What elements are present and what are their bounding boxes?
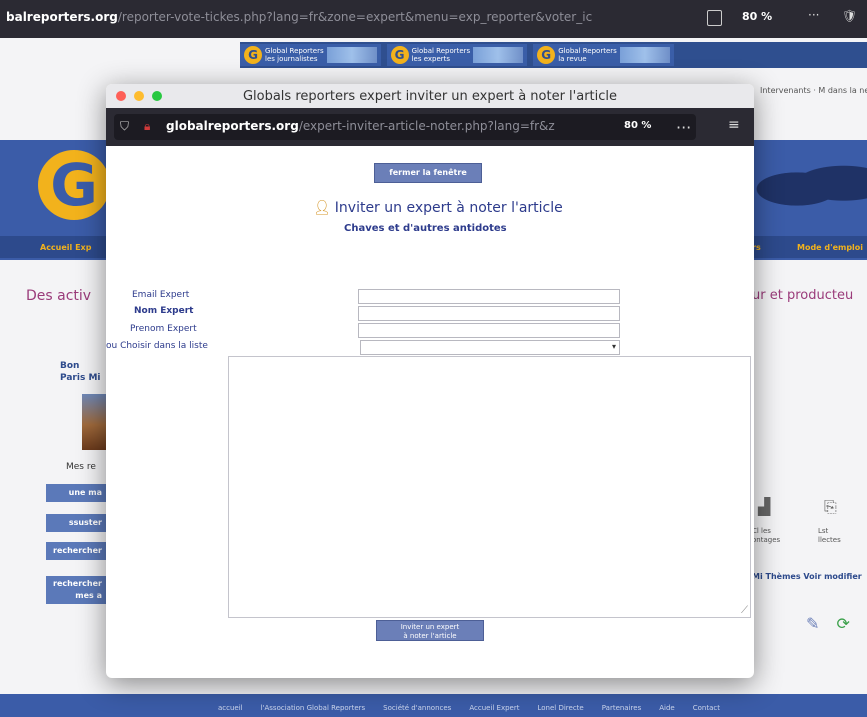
left-column-text: Bon Paris Mi [60,361,101,383]
left-menu-button[interactable]: rechercher [46,542,106,560]
document-icon[interactable]: ⎘ [824,497,837,517]
message-textarea[interactable]: ⟋ [228,356,751,618]
popup-window-title: Globals reporters expert inviter un expe… [242,89,618,104]
footer-link[interactable]: Partenaires [602,704,641,712]
popup-url-bar: ⛉ 🔒︎ globalreporters.org/expert-inviter-… [106,108,754,146]
footer-link[interactable]: Société d'annonces [383,704,451,712]
user-icon: 👤︎ [313,200,331,216]
popup-window: Globals reporters expert inviter un expe… [106,84,754,678]
background-url[interactable]: balreporters.org/reporter-vote-tickes.ph… [6,10,592,24]
expert-select[interactable]: ▾ [360,340,620,355]
top-right-text: Intervenants · M dans la newsletter [760,86,867,95]
nav-link-accueil[interactable]: Accueil Exp [40,243,91,252]
chevron-down-icon[interactable]: ▾ [612,342,616,351]
more-actions-icon[interactable]: ··· [808,8,819,22]
ad-logo-icon: G [244,46,262,64]
email-field[interactable] [358,289,620,304]
left-menu-button[interactable]: rechercher mes a [46,576,106,604]
ad-text: Global Reporters les journalistes [265,47,324,63]
ad-unit[interactable]: G Global Reporters les journalistes [240,44,381,66]
nav-link-mode-emploi[interactable]: Mode d'emploi [797,243,863,252]
world-map-graphic [750,160,867,218]
popup-subheading: Chaves et d'autres antidotes [344,223,507,234]
right-small-icons: ✎ ⟳ [806,614,850,633]
reader-view-icon[interactable] [707,10,722,26]
email-label: Email Expert [132,290,190,300]
popup-heading: 👤︎ Inviter un expert à noter l'article [313,200,563,216]
right-icon-label: Lst llectes [818,527,841,544]
left-menu-button[interactable]: une ma [46,484,106,502]
ad-logo-icon: G [537,46,556,64]
zoom-level[interactable]: 80 % [742,10,772,23]
ad-unit[interactable]: G Global Reporters la revue [533,44,674,66]
popup-title-bar[interactable]: Globals reporters expert inviter un expe… [106,84,754,108]
footer-link[interactable]: Aide [659,704,674,712]
choose-label: ou Choisir dans la liste [106,341,208,351]
nom-label: Nom Expert [134,306,194,316]
right-icon-group: ▟ Cl les ontages ⎘ Lst llectes [752,497,867,557]
mes-label: Mes re [66,462,96,472]
ad-map-graphic [326,47,377,63]
section-title-right: ur et producteu [752,288,854,303]
edit-icon[interactable]: ✎ [806,614,819,633]
footer-link[interactable]: l'Association Global Reporters [261,704,366,712]
banner-ad-strip[interactable]: G Global Reporters les journalistes G Globa… [240,42,867,68]
ad-map-graphic [473,47,524,63]
invite-expert-button[interactable]: Inviter un expert à noter l'article [376,620,484,641]
ad-text: Global Reporters la revue [558,47,617,63]
popup-zoom-level[interactable]: 80 % [624,120,651,131]
ad-map-graphic [619,47,670,63]
ad-unit[interactable]: G Global Reporters les experts [386,44,528,66]
hamburger-menu-icon[interactable]: ≡ [728,117,740,133]
left-menu-button[interactable]: ssuster [46,514,106,532]
close-window-button[interactable]: fermer la fenêtre [374,163,482,183]
themes-link[interactable]: Mi Thèmes Voir modifier [752,572,862,581]
prenom-label: Prenom Expert [130,324,197,334]
more-actions-icon[interactable]: ··· [676,118,691,137]
footer-link[interactable]: Lonel Directe [538,704,584,712]
shield-icon[interactable]: ⛉ [120,119,129,134]
prenom-field[interactable] [358,323,620,338]
refresh-icon[interactable]: ⟳ [837,614,850,633]
popup-url[interactable]: globalreporters.org/expert-inviter-artic… [166,119,555,133]
chart-icon[interactable]: ▟ [758,497,770,516]
footer-links: accueil l'Association Global Reporters Soc… [218,704,720,712]
section-title-left: Des activ [26,288,92,304]
right-icon-label: Cl les ontages [752,527,781,544]
footer-link[interactable]: accueil [218,704,243,712]
site-logo[interactable]: G [38,150,110,220]
ad-text: Global Reporters les experts [411,47,471,63]
ad-logo-icon: G [390,46,409,64]
footer-link[interactable]: Contact [693,704,720,712]
footer-link[interactable]: Accueil Expert [469,704,519,712]
background-url-bar[interactable]: balreporters.org/reporter-vote-tickes.ph… [0,0,867,38]
resize-grip-icon[interactable]: ⟋ [741,605,748,616]
nom-field[interactable] [358,306,620,321]
shield-icon[interactable]: 🛡 [842,9,857,23]
insecure-lock-icon[interactable]: 🔒︎ [144,119,150,134]
